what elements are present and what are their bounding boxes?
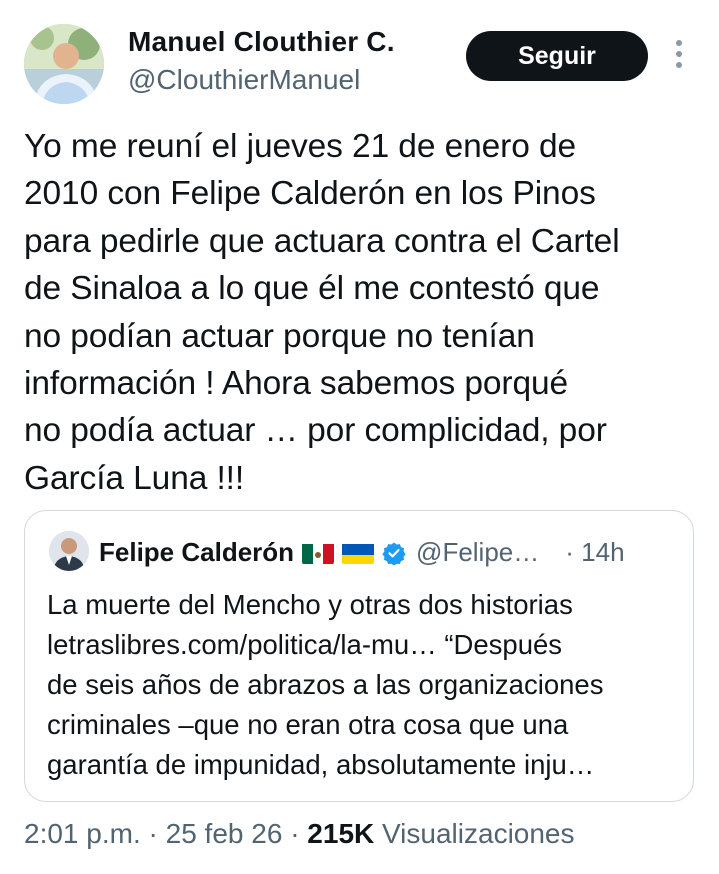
quoted-tweet[interactable]: Felipe Calderón @Felipe… · 14h La muerte… <box>24 510 694 802</box>
quote-avatar[interactable] <box>49 531 89 571</box>
follow-button[interactable]: Seguir <box>466 31 648 81</box>
tweet-text: Yo me reuní el jueves 21 de enero de 201… <box>24 128 620 497</box>
verified-icon <box>382 541 406 566</box>
author-avatar[interactable] <box>24 24 104 104</box>
ukraine-flag-icon <box>342 542 375 564</box>
quote-author-handle[interactable]: @Felipe… <box>416 537 539 568</box>
views-count: 215K <box>307 818 375 849</box>
quote-author-name[interactable]: Felipe Calderón <box>99 537 294 568</box>
author-handle[interactable]: @ClouthierManuel <box>128 64 360 96</box>
more-icon[interactable] <box>672 40 686 74</box>
quote-timestamp[interactable]: · 14h <box>565 537 624 568</box>
separator: · <box>148 818 166 849</box>
mexico-flag-icon <box>302 542 335 564</box>
quote-text: La muerte del Mencho y otras dos histori… <box>47 589 604 780</box>
author-name[interactable]: Manuel Clouthier C. <box>128 26 395 58</box>
quote-header: Felipe Calderón @Felipe… · 14h <box>99 537 625 568</box>
tweet-time[interactable]: 2:01 p.m. <box>24 818 141 849</box>
views-label: Visualizaciones <box>382 818 575 849</box>
separator: · <box>290 818 308 849</box>
tweet-date[interactable]: 25 feb 26 <box>166 818 283 849</box>
tweet-meta: 2:01 p.m. · 25 feb 26 · 215K Visualizaci… <box>24 818 575 850</box>
